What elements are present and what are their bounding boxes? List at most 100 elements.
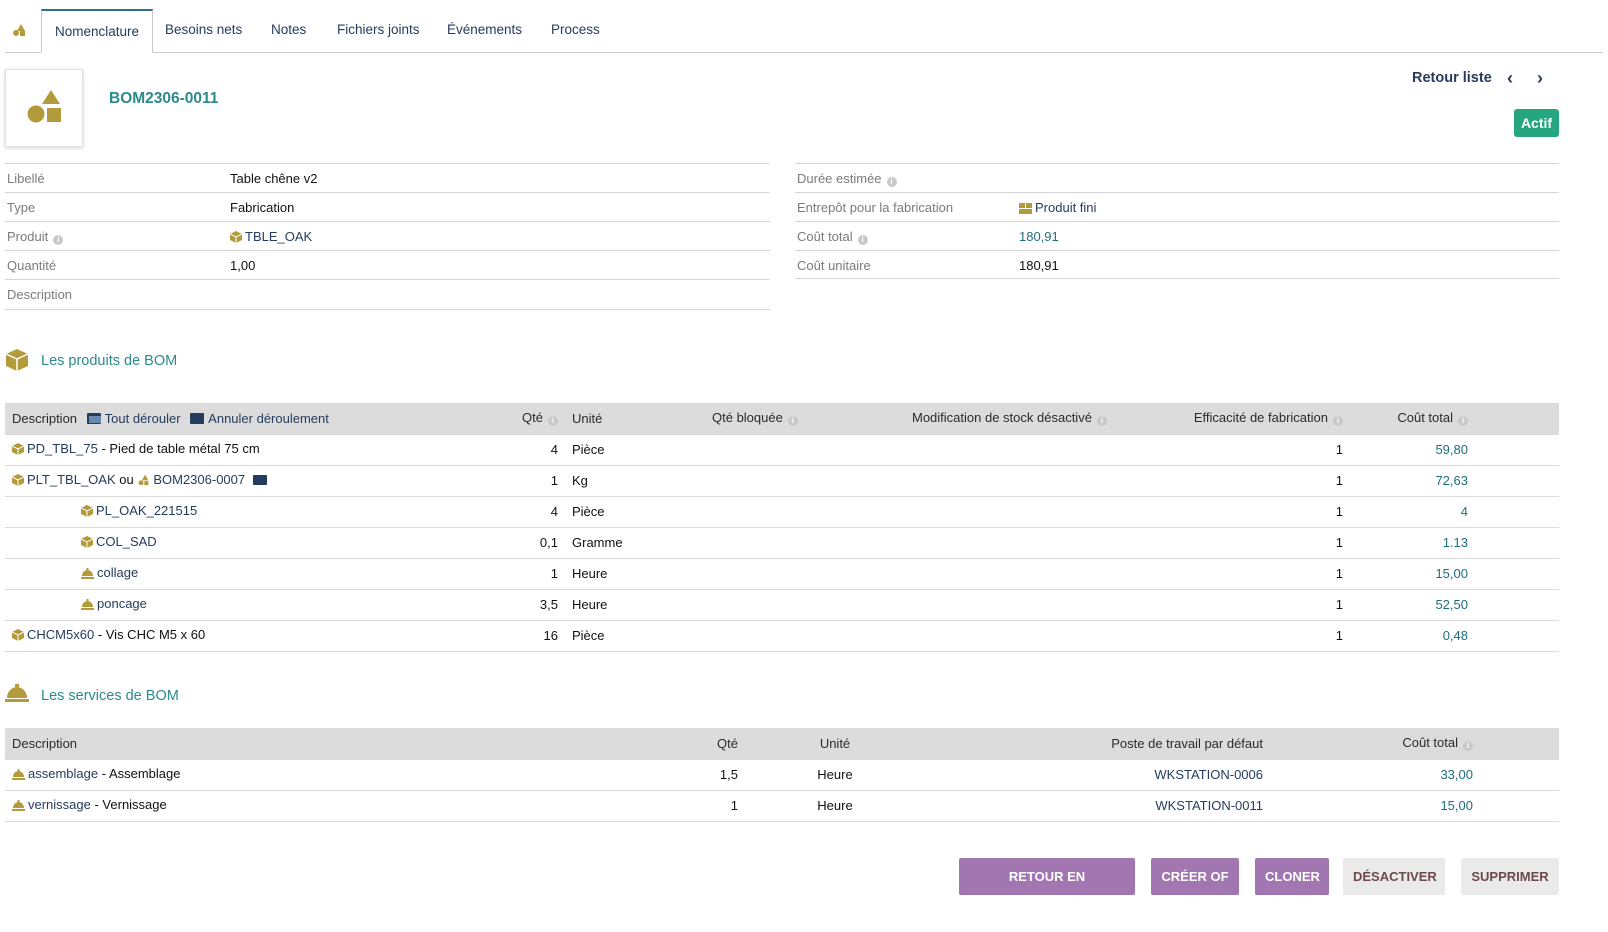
fields-left: Libellé Table chêne v2 Type Fabrication … xyxy=(5,163,770,310)
field-label: Coût unitaire xyxy=(797,258,871,273)
col-description: Description xyxy=(12,735,78,751)
field-value: 180,91 xyxy=(1019,229,1059,244)
table-row: CHCM5x60 - Vis CHC M5 x 60 16 Pièce 1 0,… xyxy=(5,620,1559,652)
col-unit: Unité xyxy=(819,735,851,751)
table-row: PL_OAK_221515 4 Pièce 1 4 xyxy=(5,496,1559,528)
section-title-text: Les produits de BOM xyxy=(41,353,178,369)
folder-open-icon xyxy=(86,412,101,424)
info-icon[interactable]: i xyxy=(1096,416,1107,427)
service-ref-link[interactable]: vernissage xyxy=(28,797,91,812)
products-table: Description Tout dérouler Annuler déroul… xyxy=(5,403,1559,652)
field-label-text: Produit xyxy=(7,229,49,244)
service-ref-link[interactable]: assemblage xyxy=(28,766,98,781)
tab-evenements[interactable]: Événements xyxy=(434,9,535,52)
warehouse-name[interactable]: Produit fini xyxy=(1035,200,1096,215)
info-icon[interactable]: i xyxy=(1333,416,1343,427)
package-icon xyxy=(80,536,94,551)
info-icon[interactable]: i xyxy=(857,235,868,245)
workstation-link[interactable]: WKSTATION-0006 xyxy=(1154,767,1263,782)
info-icon[interactable]: i xyxy=(1463,741,1473,752)
tab-bar: Nomenclature Besoins nets Notes Fichiers… xyxy=(5,9,1603,53)
field-label: Description xyxy=(7,287,73,302)
collapse-all-link[interactable]: Annuler déroulement xyxy=(190,411,329,426)
bom-ref-link[interactable]: BOM2306-0007 xyxy=(153,472,245,487)
product-ref-link[interactable]: COL_SAD xyxy=(96,534,157,549)
table-row: PLT_TBL_OAK ou BOM2306-0007 1 Kg 1 72,63 xyxy=(5,465,1559,497)
info-icon[interactable]: i xyxy=(53,235,64,245)
field-row: Quantité 1,00 xyxy=(5,250,770,279)
package-icon xyxy=(11,474,25,489)
tab-process[interactable]: Process xyxy=(538,9,613,52)
field-row: Type Fabrication xyxy=(5,192,770,221)
table-row: PD_TBL_75 - Pied de table métal 75 cm 4 … xyxy=(5,433,1559,466)
package-icon xyxy=(5,349,29,371)
col-description: Description Tout dérouler Annuler déroul… xyxy=(12,410,329,426)
fields-right: Durée estimée i Entrepôt pour la fabricat… xyxy=(795,163,1559,279)
package-icon xyxy=(11,443,25,458)
clone-button[interactable]: CLONER xyxy=(1255,858,1329,895)
tab-notes[interactable]: Notes xyxy=(258,9,319,52)
tab-nomenclature[interactable]: Nomenclature xyxy=(41,9,154,53)
service-bell-icon xyxy=(5,684,29,702)
product-ref-link[interactable]: CHCM5x60 xyxy=(27,627,94,642)
col-unit: Unité xyxy=(572,410,603,426)
section-title-text: Les services de BOM xyxy=(41,688,179,704)
package-icon xyxy=(11,629,25,644)
field-value: Fabrication xyxy=(230,200,295,215)
field-label: Type xyxy=(7,200,36,215)
chevron-left-icon[interactable]: ‹ xyxy=(1507,69,1513,87)
bom-icon xyxy=(27,90,61,123)
product-ref[interactable]: TBLE_OAK xyxy=(245,229,312,244)
col-workstation: Poste de travail par défaut xyxy=(1111,735,1263,751)
info-icon[interactable]: i xyxy=(787,416,798,427)
chevron-right-icon[interactable]: › xyxy=(1537,69,1543,87)
table-row: COL_SAD 0,1 Gramme 1 1.13 xyxy=(5,527,1559,559)
product-ref-link[interactable]: PLT_TBL_OAK xyxy=(27,472,116,487)
create-mo-button[interactable]: CRÉER OF xyxy=(1151,858,1239,895)
workstation-link[interactable]: WKSTATION-0011 xyxy=(1155,798,1263,813)
table-header: Description Qté Unité Poste de travail p… xyxy=(5,728,1559,759)
back-to-list-link[interactable]: Retour liste xyxy=(1412,70,1492,86)
service-bell-icon xyxy=(12,799,25,814)
product-ref-link[interactable]: PD_TBL_75 xyxy=(27,441,98,456)
field-label-text: Coût total xyxy=(797,229,853,244)
package-icon xyxy=(80,505,94,520)
field-row: Durée estimée i xyxy=(795,163,1559,192)
disable-button[interactable]: DÉSACTIVER xyxy=(1343,858,1445,895)
table-row: assemblage - Assemblage 1,5 Heure WKSTAT… xyxy=(5,758,1559,791)
service-bell-icon xyxy=(12,768,25,783)
service-bell-icon xyxy=(81,567,94,582)
service-ref-link[interactable]: collage xyxy=(97,565,138,580)
folder-open-icon[interactable] xyxy=(252,475,267,485)
product-link[interactable]: TBLE_OAK xyxy=(229,229,312,246)
field-row: Coût total i 180,91 xyxy=(795,221,1559,250)
delete-button[interactable]: SUPPRIMER xyxy=(1461,858,1559,895)
status-badge: Actif xyxy=(1514,109,1559,137)
expand-all-link[interactable]: Tout dérouler xyxy=(86,411,181,426)
bom-reference: BOM2306-0011 xyxy=(109,90,219,107)
field-label-text: Durée estimée xyxy=(797,171,882,186)
product-ref-link[interactable]: PL_OAK_221515 xyxy=(96,503,197,518)
table-row: collage 1 Heure 1 15,00 xyxy=(5,558,1559,590)
table-row: poncage 3,5 Heure 1 52,50 xyxy=(5,589,1559,621)
field-row: Coût unitaire 180,91 xyxy=(795,250,1559,279)
warehouse-link[interactable]: Produit fini xyxy=(1019,200,1096,217)
tab-besoins-nets[interactable]: Besoins nets xyxy=(152,9,255,52)
warehouse-icon xyxy=(1019,202,1032,217)
field-label: Durée estimée i xyxy=(797,171,897,187)
field-value: Table chêne v2 xyxy=(230,171,318,186)
col-stock-mod: Modification de stock désactivé i xyxy=(905,403,1175,434)
field-label: Produit i xyxy=(7,229,64,245)
table-row: vernissage - Vernissage 1 Heure WKSTATIO… xyxy=(5,790,1559,822)
service-ref-link[interactable]: poncage xyxy=(97,596,147,611)
info-icon[interactable]: i xyxy=(1458,416,1468,427)
info-icon[interactable]: i xyxy=(886,177,897,187)
field-label: Entrepôt pour la fabrication xyxy=(797,200,954,215)
bom-icon[interactable] xyxy=(11,21,27,37)
bom-icon xyxy=(137,473,150,489)
info-icon[interactable]: i xyxy=(548,416,558,427)
field-label: Libellé xyxy=(7,171,45,186)
tab-fichiers-joints[interactable]: Fichiers joints xyxy=(324,9,433,52)
back-to-draft-button[interactable]: RETOUR EN BROUILLON xyxy=(959,858,1135,921)
col-efficiency: Efficacité de fabrication i xyxy=(1175,403,1350,434)
